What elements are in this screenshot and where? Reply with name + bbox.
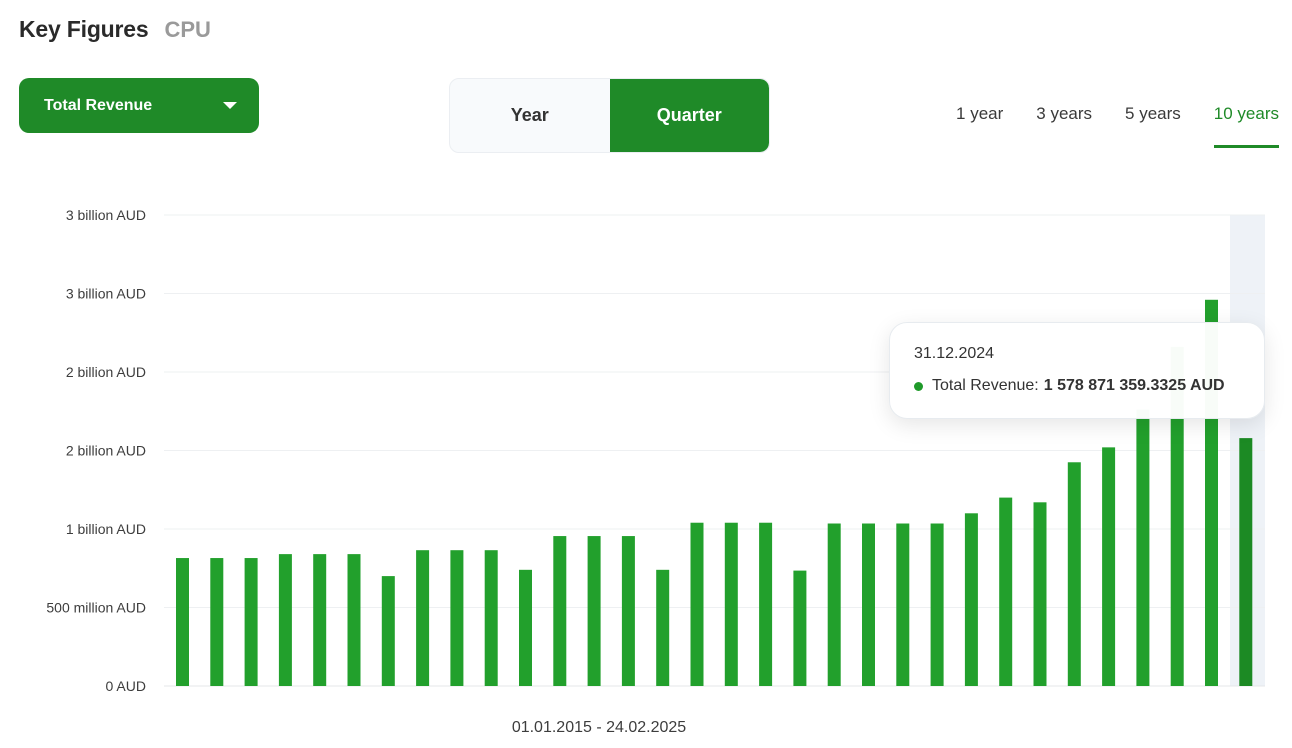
- tooltip-value: 1 578 871 359.3325 AUD: [1043, 377, 1225, 394]
- chart-bar[interactable]: [1102, 447, 1116, 686]
- series-dot-icon: [914, 381, 923, 391]
- chart-bar[interactable]: [381, 576, 395, 686]
- chart-bar[interactable]: [450, 550, 464, 686]
- chart-bar[interactable]: [244, 558, 258, 686]
- y-axis-labels: 0 AUD 500 million AUD 1 billion AUD 2 billi…: [46, 207, 146, 694]
- y-tick-label: 2 billion AUD: [66, 443, 146, 459]
- chart-bar[interactable]: [621, 536, 635, 686]
- chart-bar[interactable]: [416, 550, 430, 686]
- y-tick-label: 1 billion AUD: [66, 521, 146, 537]
- y-tick-label: 2 billion AUD: [66, 364, 146, 380]
- chart-bar[interactable]: [347, 554, 361, 686]
- chart-bar[interactable]: [930, 523, 944, 686]
- chart-bar[interactable]: [1067, 462, 1081, 686]
- chart-bar[interactable]: [210, 558, 224, 686]
- chart-bar[interactable]: [793, 570, 807, 686]
- chart-bar[interactable]: [862, 523, 875, 686]
- chart-bar[interactable]: [999, 497, 1013, 686]
- chart-bar[interactable]: [1136, 409, 1150, 686]
- chart-bar[interactable]: [690, 522, 704, 686]
- chart-bar[interactable]: [1033, 502, 1047, 686]
- chart-bar[interactable]: [759, 522, 773, 686]
- y-tick-label: 3 billion AUD: [66, 286, 146, 302]
- chart-bar[interactable]: [1239, 438, 1253, 686]
- x-axis-date-range: 01.01.2015 - 24.02.2025: [512, 719, 686, 736]
- chart-bar[interactable]: [827, 523, 841, 686]
- chart-bar[interactable]: [519, 569, 532, 686]
- chart-bar[interactable]: [964, 513, 978, 686]
- y-tick-label: 500 million AUD: [46, 600, 146, 616]
- chart-bar[interactable]: [278, 554, 292, 686]
- chart-bar[interactable]: [553, 536, 567, 686]
- y-tick-label: 3 billion AUD: [66, 207, 146, 223]
- tooltip-date: 31.12.2024: [914, 345, 995, 362]
- chart-bar[interactable]: [313, 554, 327, 686]
- chart-bar[interactable]: [176, 558, 189, 686]
- chart-bar[interactable]: [587, 536, 601, 686]
- chart-bar[interactable]: [656, 569, 670, 686]
- chart-bar[interactable]: [896, 523, 910, 686]
- chart-grid: [164, 214, 1265, 687]
- chart-bar[interactable]: [724, 522, 738, 686]
- tooltip-row: Total Revenue: 1 578 871 359.3325 AUD: [914, 377, 1240, 395]
- tooltip-series-label: Total Revenue:: [932, 377, 1039, 394]
- chart-tooltip: 31.12.2024 Total Revenue: 1 578 871 359.…: [889, 322, 1265, 419]
- y-tick-label: 0 AUD: [106, 678, 146, 694]
- chart-bar[interactable]: [484, 550, 498, 686]
